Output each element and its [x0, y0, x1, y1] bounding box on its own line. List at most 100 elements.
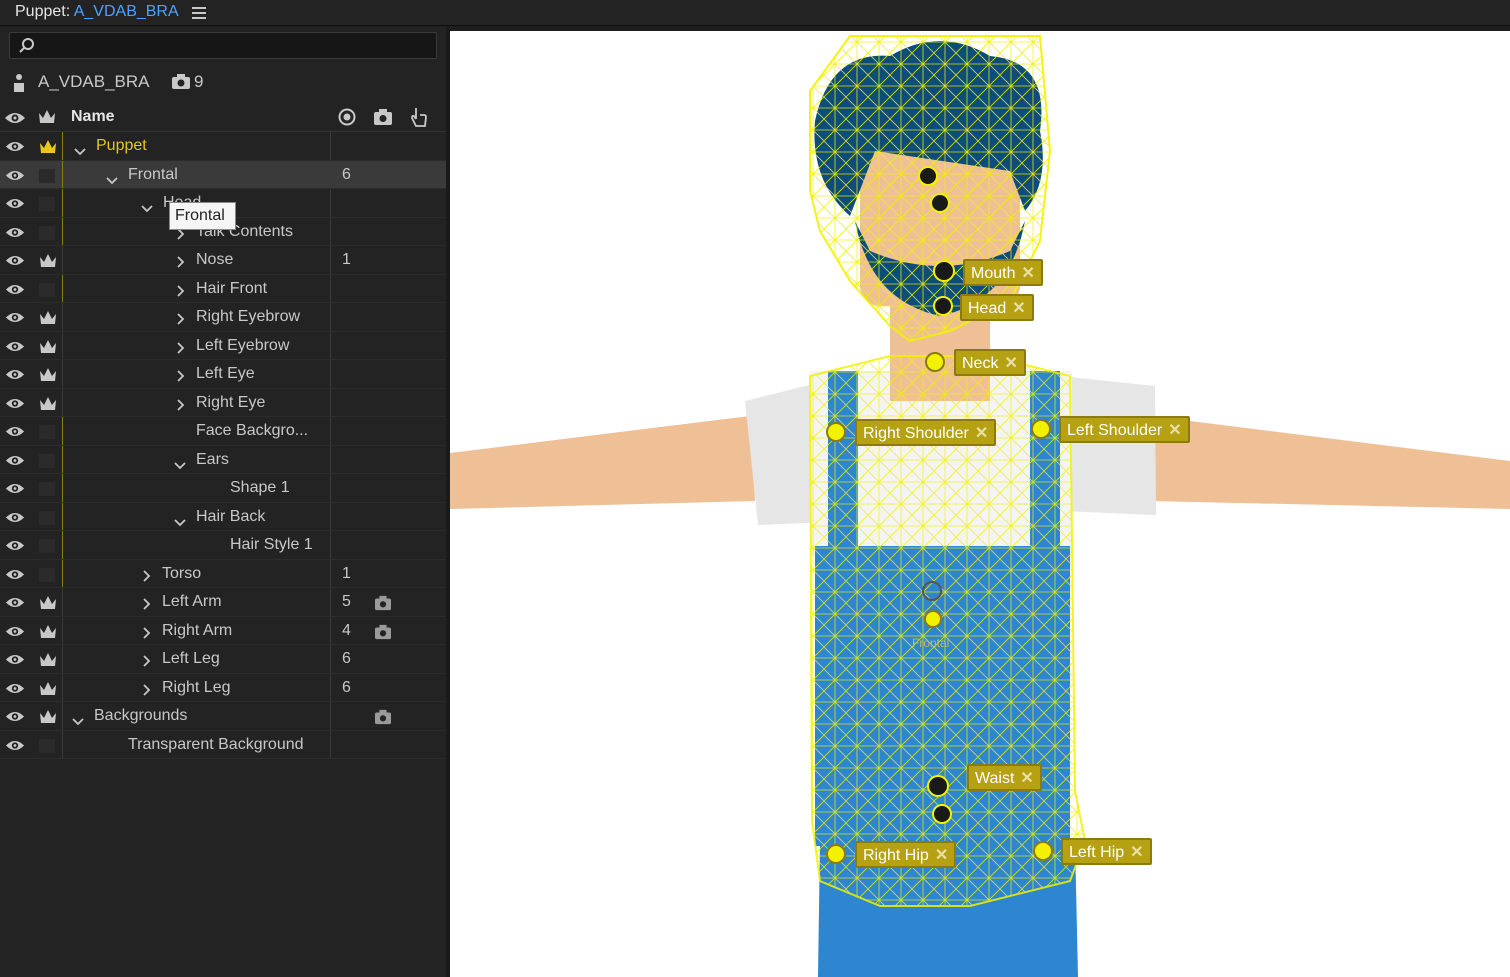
layer-row[interactable]: Transparent Background: [0, 730, 446, 759]
layer-row[interactable]: Left Eye: [0, 360, 446, 389]
visibility-eye-icon[interactable]: [5, 140, 25, 158]
visibility-column-eye-icon[interactable]: [4, 111, 26, 125]
chevron-right-icon[interactable]: [177, 369, 185, 387]
visibility-eye-icon[interactable]: [5, 682, 25, 700]
visibility-eye-icon[interactable]: [5, 596, 25, 614]
crown-icon[interactable]: [38, 651, 58, 674]
layer-name[interactable]: Torso: [162, 565, 201, 583]
crown-toggle-empty[interactable]: [39, 282, 55, 297]
visibility-eye-icon[interactable]: [5, 653, 25, 671]
layer-row[interactable]: Hair Front: [0, 274, 446, 303]
layer-row[interactable]: Right Eyebrow: [0, 303, 446, 332]
visibility-eye-icon[interactable]: [5, 397, 25, 415]
visibility-eye-icon[interactable]: [5, 710, 25, 728]
chevron-down-icon[interactable]: [174, 514, 186, 532]
close-icon[interactable]: ✕: [1012, 300, 1025, 317]
layer-name[interactable]: Backgrounds: [94, 707, 187, 725]
crown-icon[interactable]: [38, 680, 58, 703]
crown-toggle-empty[interactable]: [39, 197, 55, 211]
close-icon[interactable]: ✕: [935, 847, 948, 864]
crown-toggle-empty[interactable]: [39, 539, 55, 553]
visibility-eye-icon[interactable]: [5, 226, 25, 244]
name-column-header[interactable]: Name: [71, 108, 115, 126]
layer-row[interactable]: Face Backgro...: [0, 417, 446, 446]
visibility-eye-icon[interactable]: [5, 568, 25, 586]
layer-name[interactable]: Face Backgro...: [196, 422, 308, 440]
layer-name[interactable]: Ears: [196, 451, 229, 469]
crown-toggle-empty[interactable]: [39, 510, 55, 525]
left-shoulder-handle-tag[interactable]: Left Shoulder ✕: [1059, 416, 1190, 443]
crown-toggle-empty[interactable]: [39, 453, 55, 468]
chevron-right-icon[interactable]: [177, 255, 185, 273]
layer-name[interactable]: Frontal: [128, 166, 178, 184]
crown-icon[interactable]: [38, 395, 58, 418]
head-handle-tag[interactable]: Head ✕: [960, 294, 1034, 321]
record-column-icon[interactable]: [338, 108, 356, 126]
visibility-eye-icon[interactable]: [5, 539, 25, 557]
visibility-eye-icon[interactable]: [5, 511, 25, 529]
close-icon[interactable]: ✕: [1130, 844, 1143, 861]
camera-icon[interactable]: [374, 709, 392, 730]
layer-row[interactable]: Frontal 6: [0, 160, 446, 190]
visibility-eye-icon[interactable]: [5, 340, 25, 358]
chevron-right-icon[interactable]: [143, 654, 151, 672]
crown-icon[interactable]: [38, 594, 58, 617]
layer-name[interactable]: Hair Back: [196, 508, 265, 526]
crown-toggle-empty[interactable]: [39, 738, 55, 753]
crown-toggle-empty[interactable]: [39, 482, 55, 496]
visibility-eye-icon[interactable]: [5, 454, 25, 472]
crown-icon[interactable]: [38, 623, 58, 646]
close-icon[interactable]: ✕: [1021, 265, 1034, 282]
layer-row[interactable]: Right Eye: [0, 388, 446, 418]
chevron-right-icon[interactable]: [177, 341, 185, 359]
close-icon[interactable]: ✕: [1168, 422, 1181, 439]
visibility-eye-icon[interactable]: [5, 368, 25, 386]
search-input[interactable]: [9, 32, 437, 59]
layer-row[interactable]: Nose 1: [0, 246, 446, 275]
layer-name[interactable]: Hair Front: [196, 280, 267, 298]
chevron-right-icon[interactable]: [177, 312, 185, 330]
layer-name[interactable]: Left Leg: [162, 650, 220, 668]
chevron-right-icon[interactable]: [177, 284, 185, 302]
crown-toggle-empty[interactable]: [39, 567, 55, 582]
crown-icon[interactable]: [38, 708, 58, 731]
crown-icon[interactable]: [38, 366, 58, 389]
visibility-eye-icon[interactable]: [5, 254, 25, 272]
crown-icon[interactable]: [38, 138, 58, 161]
layer-name[interactable]: Right Arm: [162, 622, 232, 640]
crown-toggle-empty[interactable]: [39, 425, 55, 439]
layer-row[interactable]: Puppet: [0, 132, 446, 161]
layer-row[interactable]: Hair Back: [0, 502, 446, 532]
hand-column-icon[interactable]: [409, 106, 429, 128]
chevron-down-icon[interactable]: [174, 457, 186, 475]
layer-name[interactable]: Puppet: [96, 137, 147, 155]
layer-row[interactable]: Left Arm 5: [0, 588, 446, 617]
left-hip-handle-tag[interactable]: Left Hip ✕: [1061, 838, 1152, 865]
chevron-down-icon[interactable]: [72, 713, 84, 731]
crown-icon[interactable]: [38, 252, 58, 275]
layer-row[interactable]: Ears: [0, 445, 446, 475]
panel-menu-icon[interactable]: [192, 4, 206, 20]
layer-name[interactable]: Transparent Background: [128, 736, 304, 754]
scene-canvas[interactable]: Frontal Mouth ✕ Head ✕ Neck ✕ Right Shoulde…: [450, 31, 1510, 977]
visibility-eye-icon[interactable]: [5, 197, 25, 215]
visibility-eye-icon[interactable]: [5, 625, 25, 643]
chevron-right-icon[interactable]: [177, 398, 185, 416]
layer-row[interactable]: Backgrounds: [0, 702, 446, 731]
layer-row[interactable]: Right Arm 4: [0, 616, 446, 646]
right-shoulder-handle-tag[interactable]: Right Shoulder ✕: [855, 419, 997, 446]
chevron-down-icon[interactable]: [106, 172, 118, 190]
chevron-down-icon[interactable]: [74, 143, 86, 161]
crown-icon[interactable]: [38, 309, 58, 332]
camera-column-icon[interactable]: [373, 108, 393, 126]
close-icon[interactable]: ✕: [1004, 355, 1017, 372]
crown-column-icon[interactable]: [37, 108, 57, 126]
layer-row[interactable]: Shape 1: [0, 474, 446, 503]
crown-toggle-empty[interactable]: [39, 225, 55, 240]
waist-handle-tag[interactable]: Waist ✕: [967, 764, 1042, 791]
chevron-down-icon[interactable]: [141, 200, 153, 218]
layer-name[interactable]: Nose: [196, 251, 233, 269]
visibility-eye-icon[interactable]: [5, 169, 25, 187]
close-icon[interactable]: ✕: [975, 425, 988, 442]
right-hip-handle-tag[interactable]: Right Hip ✕: [855, 841, 957, 868]
